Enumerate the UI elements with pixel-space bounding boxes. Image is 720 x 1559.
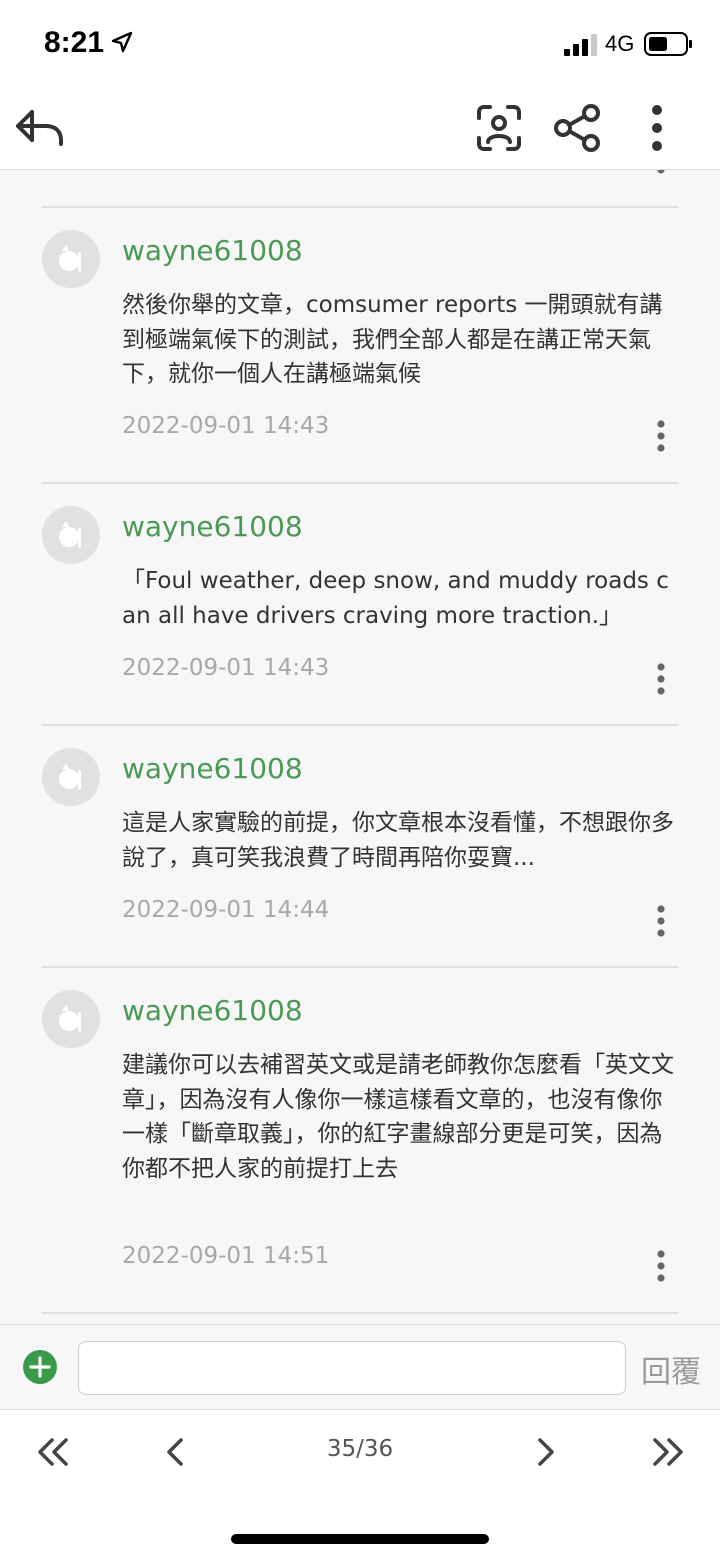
comment-text: 建議你可以去補習英文或是請老師教你怎麼看「英文文章」，因為沒有人像你一樣這樣看文… — [122, 1052, 674, 1182]
divider — [42, 1312, 678, 1314]
face-scan-icon — [477, 105, 521, 151]
divider — [42, 724, 678, 726]
divider — [42, 482, 678, 484]
comment-timestamp: 2022-09-01 14:44 — [122, 897, 330, 923]
page-indicator[interactable]: 35/36 — [300, 1436, 420, 1462]
network-type: 4G — [605, 31, 635, 56]
comment-item: wayne61008 「Foul weather, deep snow, and… — [0, 506, 720, 716]
comment-timestamp: 2022-09-01 14:51 — [122, 1243, 330, 1269]
username[interactable]: wayne61008 — [122, 752, 303, 785]
reply-button[interactable]: 回覆 — [641, 1347, 701, 1391]
default-avatar-icon — [59, 763, 81, 790]
more-options-button[interactable] — [627, 98, 687, 158]
default-avatar-icon — [59, 1005, 81, 1032]
avatar[interactable] — [42, 748, 100, 806]
more-vertical-icon — [652, 105, 662, 151]
face-scan-button[interactable] — [469, 98, 529, 158]
divider — [42, 206, 678, 208]
comment-timestamp: 2022-09-01 14:43 — [122, 655, 330, 681]
username[interactable]: wayne61008 — [122, 994, 303, 1027]
status-time: 8:21 — [44, 26, 105, 59]
comment-item: wayne61008 這是人家實驗的前提，你文章根本沒看懂，不想跟你多說了，真可… — [0, 748, 720, 958]
double-chevron-left-icon — [38, 1438, 68, 1466]
comment-list[interactable]: wayne61008 然後你舉的文章，comsumer reports 一開頭就… — [0, 170, 720, 1324]
location-arrow-icon — [111, 31, 133, 53]
prev-page-button[interactable] — [155, 1432, 195, 1472]
default-avatar-icon — [59, 245, 81, 272]
more-vertical-icon[interactable] — [654, 170, 668, 178]
home-indicator — [231, 1534, 489, 1544]
avatar[interactable] — [42, 230, 100, 288]
comment-menu-button[interactable] — [648, 419, 674, 453]
divider — [42, 966, 678, 968]
reply-bar: 回覆 — [0, 1324, 720, 1410]
comment-menu-button[interactable] — [648, 904, 674, 938]
top-toolbar — [0, 88, 720, 170]
double-chevron-right-icon — [653, 1438, 683, 1466]
first-page-button[interactable] — [34, 1432, 74, 1472]
more-vertical-icon — [657, 905, 665, 937]
reply-back-icon — [16, 110, 63, 146]
comment-item: wayne61008 然後你舉的文章，comsumer reports 一開頭就… — [0, 230, 720, 470]
username[interactable]: wayne61008 — [122, 510, 303, 543]
comment-text: 然後你舉的文章，comsumer reports 一開頭就有講到極端氣候下的測試… — [122, 292, 663, 387]
comment-timestamp: 2022-09-01 14:43 — [122, 413, 330, 439]
share-icon — [554, 104, 600, 152]
default-avatar-icon — [59, 521, 81, 548]
signal-icon — [564, 34, 597, 56]
more-vertical-icon — [657, 420, 665, 452]
share-button[interactable] — [548, 98, 608, 158]
comment-menu-button[interactable] — [648, 1249, 674, 1283]
plus-circle-icon[interactable] — [22, 1349, 58, 1385]
comment-text: 這是人家實驗的前提，你文章根本沒看懂，不想跟你多說了，真可笑我浪費了時間再陪你耍… — [122, 810, 674, 871]
next-page-button[interactable] — [526, 1432, 566, 1472]
chevron-right-icon — [538, 1438, 554, 1466]
battery-icon — [644, 32, 692, 56]
comment-item: wayne61008 建議你可以去補習英文或是請老師教你怎麼看「英文文章」，因為… — [0, 990, 720, 1300]
back-button[interactable] — [10, 98, 70, 158]
avatar[interactable] — [42, 990, 100, 1048]
comment-menu-button[interactable] — [648, 662, 674, 696]
last-page-button[interactable] — [647, 1432, 687, 1472]
reply-input[interactable] — [78, 1341, 626, 1395]
avatar[interactable] — [42, 506, 100, 564]
pagination-bar: 35/36 — [0, 1410, 720, 1559]
status-bar: 8:21 4G — [0, 0, 720, 88]
comment-text: 「Foul weather, deep snow, and muddy road… — [122, 568, 669, 629]
username[interactable]: wayne61008 — [122, 234, 303, 267]
chevron-left-icon — [167, 1438, 183, 1466]
more-vertical-icon — [657, 1250, 665, 1282]
more-vertical-icon — [657, 663, 665, 695]
